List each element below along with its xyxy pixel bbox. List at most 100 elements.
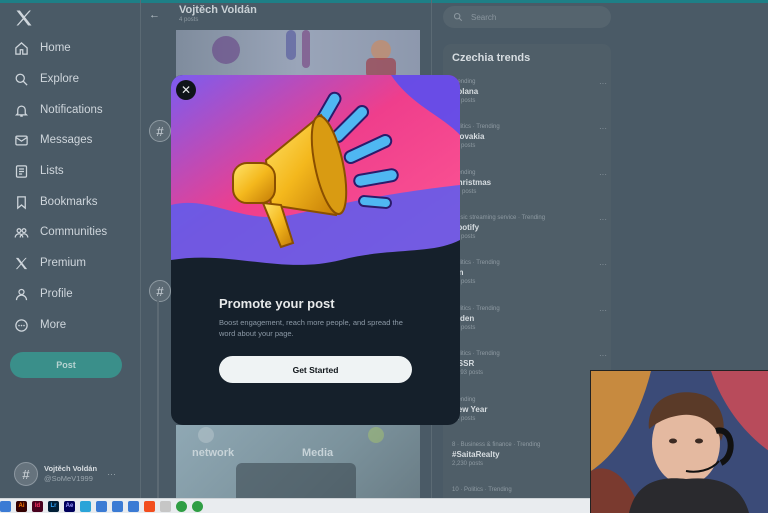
sidebar-item-label: Bookmarks <box>40 196 98 208</box>
sidebar-item-messages[interactable]: Messages <box>14 128 92 152</box>
sidebar-item-explore[interactable]: Explore <box>14 67 79 91</box>
sidebar-item-more[interactable]: More <box>14 313 66 337</box>
trend-item[interactable]: 10 · Politics · Trending <box>452 487 607 493</box>
trend-item[interactable]: Politics · Trending Ian 2K posts ··· <box>452 260 607 285</box>
x-logo-icon[interactable] <box>14 8 36 30</box>
after-effects-icon[interactable]: Ae <box>64 500 75 512</box>
trend-item[interactable]: Trending New Year 3K posts ··· <box>452 397 607 422</box>
search-input[interactable]: Search <box>443 6 611 28</box>
right-column: Search Czechia trends Trending Polana 3K… <box>440 0 615 498</box>
account-info: Vojtěch Voldán @SoMeV1999 <box>44 464 97 484</box>
trend-item[interactable]: Trending Christmas 1M posts ··· <box>452 170 607 195</box>
trend-name: Polana <box>452 87 479 96</box>
envelope-icon <box>15 135 28 145</box>
sidebar-item-label: More <box>40 319 67 331</box>
more-dots-icon[interactable]: ··· <box>599 215 607 224</box>
home-icon <box>15 41 28 55</box>
sidebar-item-communities[interactable]: Communities <box>14 220 107 244</box>
trend-count: 1,193 posts <box>452 370 484 376</box>
post-button[interactable]: Post <box>10 352 122 378</box>
account-name: Vojtěch Voldán <box>44 464 98 473</box>
trend-category: 10 · Politics · Trending <box>452 487 512 493</box>
webcam-overlay <box>590 370 768 513</box>
modal-title: Promote your post <box>219 296 335 311</box>
trend-count: 1M posts <box>452 189 477 195</box>
trend-item[interactable]: 8 · Business & finance · Trending #Saita… <box>452 442 607 467</box>
sidebar-item-label: Profile <box>40 288 73 300</box>
post-image[interactable] <box>176 30 420 78</box>
bookmark-icon <box>17 195 26 209</box>
trend-count: 7K posts <box>452 143 476 149</box>
trend-item[interactable]: Music streaming service · Trending Spoti… <box>452 215 607 240</box>
post-image[interactable]: network Media <box>176 425 420 498</box>
sidebar-item-label: Notifications <box>40 104 103 116</box>
trend-name: USSR <box>452 359 475 368</box>
account-switcher[interactable]: # Vojtěch Voldán @SoMeV1999 ··· <box>14 460 140 488</box>
trend-item[interactable]: Trending Polana 3K posts ··· <box>452 79 607 104</box>
taskbar: Ai Id Lr Ae <box>0 498 590 513</box>
more-dots-icon[interactable]: ··· <box>599 79 607 88</box>
trend-count: 3K posts <box>452 98 476 104</box>
trend-count: 2K posts <box>452 279 476 285</box>
more-dots-icon[interactable]: ··· <box>599 170 607 179</box>
indesign-icon[interactable]: Id <box>32 500 43 512</box>
sidebar-item-bookmarks[interactable]: Bookmarks <box>14 190 98 214</box>
trend-category: Trending <box>452 170 476 176</box>
sidebar-item-label: Premium <box>40 257 87 269</box>
hashtag-icon: # <box>149 120 171 142</box>
sidebar-item-lists[interactable]: Lists <box>14 159 64 183</box>
app-icon[interactable] <box>128 500 139 512</box>
trends-title: Czechia trends <box>452 52 531 64</box>
app-icon[interactable] <box>160 500 171 512</box>
profile-header-name: Vojtěch Voldán <box>179 4 257 16</box>
trend-count: 3K posts <box>452 416 476 422</box>
figma-icon[interactable] <box>144 500 155 512</box>
profile-post-count: 4 posts <box>179 17 199 23</box>
trend-category: Politics · Trending <box>452 124 500 130</box>
trend-category: Politics · Trending <box>452 260 500 266</box>
sidebar-item-profile[interactable]: Profile <box>14 282 73 306</box>
get-started-button[interactable]: Get Started <box>219 356 412 383</box>
sidebar-item-label: Explore <box>40 73 79 85</box>
more-circle-icon <box>15 318 28 332</box>
app-icon[interactable] <box>0 500 11 512</box>
sidebar-item-premium[interactable]: Premium <box>14 251 86 275</box>
people-icon <box>14 227 29 238</box>
sidebar-item-label: Messages <box>40 134 93 146</box>
trend-item[interactable]: Politics · Trending USSR 1,193 posts ··· <box>452 351 607 376</box>
app-icon[interactable] <box>96 500 107 512</box>
trend-category: Music streaming service · Trending <box>452 215 546 221</box>
trend-category: Trending <box>452 79 476 85</box>
search-icon <box>15 73 28 86</box>
trend-category: Politics · Trending <box>452 306 500 312</box>
illustrator-icon[interactable]: Ai <box>16 500 27 512</box>
app-icon[interactable] <box>112 500 123 512</box>
app-icon[interactable] <box>80 500 91 512</box>
trends-panel: Czechia trends Trending Polana 3K posts … <box>443 44 611 498</box>
thread-line <box>157 300 159 498</box>
hashtag-icon: # <box>149 280 171 302</box>
more-dots-icon[interactable]: ··· <box>599 260 607 269</box>
trend-name: Slovakia <box>452 132 485 141</box>
chrome-icon[interactable] <box>176 500 187 512</box>
lightroom-icon[interactable]: Lr <box>48 500 59 512</box>
sidebar-item-notifications[interactable]: Notifications <box>14 98 103 122</box>
sidebar-item-label: Communities <box>40 226 108 238</box>
close-button[interactable]: ✕ <box>176 80 196 100</box>
more-dots-icon[interactable]: ··· <box>599 124 607 133</box>
more-dots-icon: ··· <box>107 469 117 479</box>
trend-category: Trending <box>452 397 476 403</box>
chrome-icon[interactable] <box>192 500 203 512</box>
sidebar-item-home[interactable]: Home <box>14 36 71 60</box>
back-arrow-icon[interactable]: ← <box>149 9 160 21</box>
trend-item[interactable]: Politics · Trending Biden 4K posts ··· <box>452 306 607 331</box>
trend-item[interactable]: Politics · Trending Slovakia 7K posts ··… <box>452 124 607 149</box>
trend-name: Christmas <box>452 178 492 187</box>
megaphone-icon <box>171 75 460 275</box>
sidebar-item-label: Home <box>40 42 71 54</box>
x-logo-icon <box>15 257 28 269</box>
trend-count: 9K posts <box>452 234 476 240</box>
more-dots-icon[interactable]: ··· <box>599 351 607 360</box>
avatar: # <box>14 462 38 486</box>
more-dots-icon[interactable]: ··· <box>599 306 607 315</box>
